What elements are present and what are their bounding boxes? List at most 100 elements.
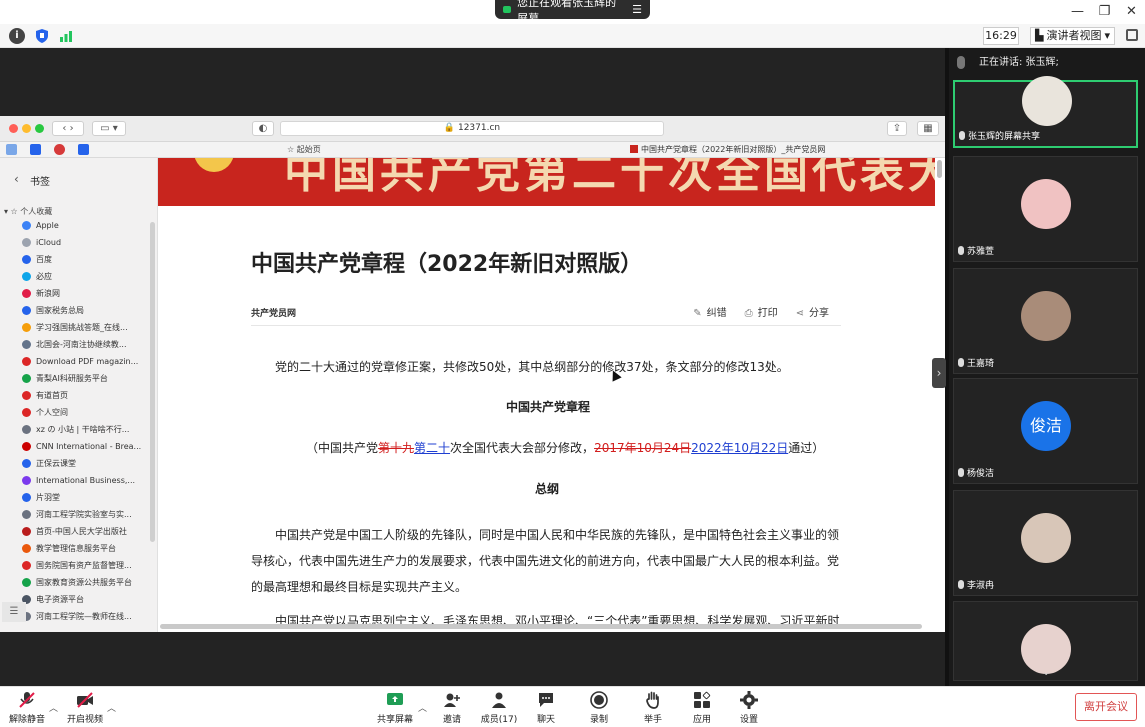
bookmarks-sidebar: ‹ 书签 ▾ ☆ 个人收藏 Apple iCloud 百度 必应 新浪网 国家税务总局 学习… <box>0 158 158 632</box>
sidebar-menu-icon[interactable]: ☰ <box>2 602 26 622</box>
meeting-toolbar: i 16:29 ▙ 演讲者视图 ▾ <box>0 24 1145 48</box>
bookmark-label: 学习强国挑战答题_在线... <box>36 323 128 332</box>
article-title: 中国共产党章程（2022年新旧对照版） <box>251 252 643 277</box>
page-scrollbar[interactable] <box>937 160 942 178</box>
view-mode-button[interactable]: ▙ 演讲者视图 ▾ <box>1030 27 1115 45</box>
minimize-button[interactable] <box>22 124 31 133</box>
sidebar-toggle-icon[interactable]: ▭ ▾ <box>92 121 126 136</box>
apps-button[interactable]: 应用 <box>677 691 727 725</box>
close-button[interactable] <box>9 124 18 133</box>
bookmark-label: 必应 <box>36 272 52 281</box>
bookmark-item[interactable]: 河南工程学院实验室与实... <box>0 506 150 523</box>
browser-toolbar: ‹ › ▭ ▾ ◐ 🔒 12371.cn ⇪ ▦ <box>0 116 945 142</box>
signal-icon[interactable] <box>58 28 74 44</box>
bookmark-favicon-icon <box>22 306 31 315</box>
participants-label: 成员(17) <box>480 715 518 725</box>
bookmark-item[interactable]: International Business,... <box>0 472 150 489</box>
bookmark-item[interactable]: 个人空间 <box>0 404 150 421</box>
tab-article[interactable]: 中国共产党章程（2022年新旧对照版）_共产党员网 <box>630 144 825 155</box>
horizontal-scrollbar[interactable] <box>160 624 922 629</box>
bookmark-item[interactable]: 有道首页 <box>0 387 150 404</box>
mic-icon <box>958 358 964 367</box>
bookmark-item[interactable]: 国家税务总局 <box>0 302 150 319</box>
unmute-button[interactable]: 解除静音 <box>2 691 52 725</box>
address-bar[interactable]: 🔒 12371.cn <box>280 121 664 136</box>
chevron-up-icon[interactable]: ︿ <box>107 701 116 714</box>
share-screen-button[interactable]: 共享屏幕 <box>370 691 420 725</box>
settings-button[interactable]: 设置 <box>724 691 774 725</box>
shared-browser-window: ‹ › ▭ ▾ ◐ 🔒 12371.cn ⇪ ▦ ☆ 起始页 中国共产党章程（2… <box>0 116 945 632</box>
minimize-icon[interactable]: — <box>1064 0 1091 24</box>
bookmark-label: Download PDF magazin... <box>36 357 139 366</box>
bookmark-favicon-icon <box>22 238 31 247</box>
favorite-icon[interactable] <box>78 144 89 155</box>
chevron-left-icon[interactable]: ‹ <box>14 172 19 186</box>
bookmark-label: 青梨AI科研服务平台 <box>36 374 108 383</box>
zoom-button[interactable] <box>35 124 44 133</box>
participant-tile[interactable]: 李淑冉 <box>953 490 1138 596</box>
start-video-button[interactable]: 开启视频 <box>60 691 110 725</box>
bookmark-item[interactable]: 正保云课堂 <box>0 455 150 472</box>
bookmark-item[interactable]: 国家教育资源公共服务平台 <box>0 574 150 591</box>
web-page: 中国共产党第二十次全国代表大会 中国共产党章程（2022年新旧对照版） 共产党员… <box>158 158 935 632</box>
chat-button[interactable]: 聊天 <box>521 691 571 725</box>
participant-tile[interactable]: ⌄ <box>953 601 1138 681</box>
invite-button[interactable]: 邀请 <box>427 691 477 725</box>
participants-button[interactable]: 成员(17) <box>474 691 524 725</box>
fullscreen-icon[interactable] <box>1126 29 1138 41</box>
leave-meeting-button[interactable]: 离开会议 <box>1075 693 1137 721</box>
privacy-icon[interactable]: ◐ <box>252 121 274 136</box>
share-button[interactable]: ⋖ 分享 <box>796 304 829 319</box>
chevron-up-icon[interactable]: ︿ <box>49 701 58 714</box>
bookmark-item[interactable]: 教学管理信息服务平台 <box>0 540 150 557</box>
bookmark-item[interactable]: 首页-中国人民大学出版社 <box>0 523 150 540</box>
bookmark-item[interactable]: 百度 <box>0 251 150 268</box>
edit-icon: ✎ <box>693 308 702 319</box>
favorite-icon[interactable] <box>30 144 41 155</box>
tab-overview-icon[interactable]: ▦ <box>917 121 939 136</box>
participant-tile[interactable]: 王嘉琦 <box>953 268 1138 374</box>
raise-hand-button[interactable]: 举手 <box>628 691 678 725</box>
bookmark-item[interactable]: 国务院国有资产监督管理... <box>0 557 150 574</box>
bookmark-item[interactable]: Apple <box>0 217 150 234</box>
party-emblem-icon <box>194 158 234 172</box>
favorite-icon[interactable] <box>6 144 17 155</box>
bookmark-item[interactable]: 学习强国挑战答题_在线... <box>0 319 150 336</box>
bookmark-item[interactable]: 青梨AI科研服务平台 <box>0 370 150 387</box>
chevron-right-icon[interactable]: › <box>932 358 946 388</box>
chevron-down-icon[interactable]: ⌄ <box>1042 667 1050 678</box>
menu-icon[interactable]: ☰ <box>632 3 642 16</box>
bookmark-group[interactable]: ▾ ☆ 个人收藏 <box>4 206 52 217</box>
participant-tile[interactable]: 俊洁 杨俊洁 <box>953 378 1138 484</box>
invite-label: 邀请 <box>442 715 461 725</box>
bookmark-item[interactable]: xz の 小站 | 干啥啥不行... <box>0 421 150 438</box>
bookmark-favicon-icon <box>22 476 31 485</box>
shield-icon[interactable] <box>34 28 50 44</box>
bookmark-item[interactable]: 北国会-河南注协继续教... <box>0 336 150 353</box>
sidebar-scrollbar[interactable] <box>150 222 155 542</box>
close-icon[interactable]: ✕ <box>1118 0 1145 24</box>
bookmark-item[interactable]: 必应 <box>0 268 150 285</box>
inserted-text[interactable]: 2022年10月22日 <box>691 441 788 455</box>
report-error-button[interactable]: ✎ 纠错 <box>693 304 726 319</box>
share-icon[interactable]: ⇪ <box>887 121 907 136</box>
tab-start-page[interactable]: ☆ 起始页 <box>287 144 321 155</box>
print-button[interactable]: ⎙ 打印 <box>745 304 778 319</box>
participant-name: 王嘉琦 <box>958 356 994 369</box>
bookmark-item[interactable]: Download PDF magazin... <box>0 353 150 370</box>
participant-tile[interactable]: 苏雅萱 <box>953 156 1138 262</box>
screen-share-notice[interactable]: 您正在观看张玉辉的屏幕 ☰ <box>495 0 650 25</box>
record-button[interactable]: 录制 <box>574 691 624 725</box>
back-forward-icon[interactable]: ‹ › <box>52 121 84 136</box>
info-icon[interactable]: i <box>9 28 25 44</box>
bookmark-item[interactable]: CNN International - Brea... <box>0 438 150 455</box>
participant-tile[interactable]: 张玉辉的屏幕共享 <box>953 76 1138 148</box>
chevron-up-icon[interactable]: ︿ <box>418 701 427 714</box>
bookmark-item[interactable]: iCloud <box>0 234 150 251</box>
bookmark-item[interactable]: 新浪网 <box>0 285 150 302</box>
favorite-icon[interactable] <box>54 144 65 155</box>
bookmark-item[interactable]: 片羽堂 <box>0 489 150 506</box>
mic-icon <box>958 468 964 477</box>
inserted-text[interactable]: 第二十 <box>414 441 450 455</box>
restore-icon[interactable]: ❐ <box>1091 0 1118 24</box>
